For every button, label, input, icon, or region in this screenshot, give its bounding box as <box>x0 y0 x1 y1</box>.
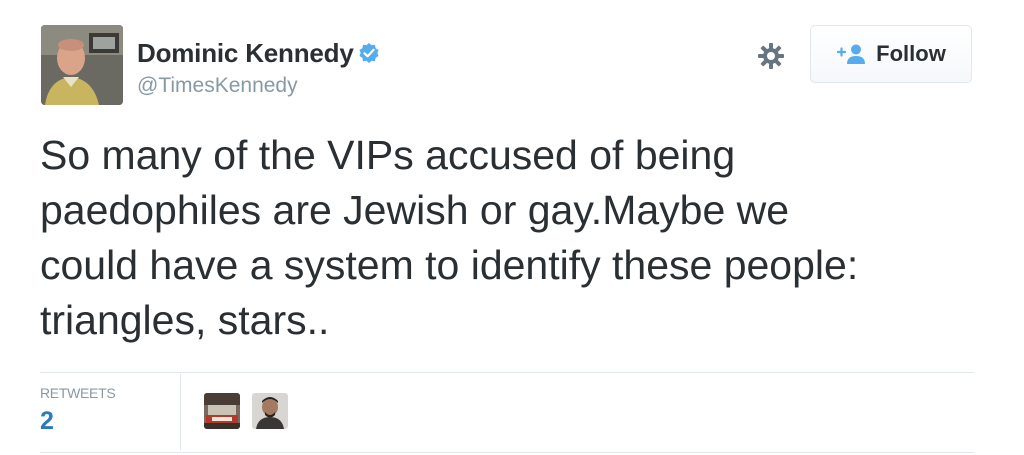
avatar-image <box>41 25 123 105</box>
author-block: Dominic Kennedy @TimesKennedy <box>137 36 380 98</box>
tweet-text: So many of the VIPs accused of being pae… <box>40 128 1000 348</box>
retweeter-avatar-image <box>252 393 288 429</box>
retweeter-avatar[interactable] <box>204 393 240 429</box>
stats-separator <box>180 374 181 450</box>
stats-divider-bottom <box>40 452 974 453</box>
retweeter-avatar[interactable] <box>252 393 288 429</box>
verified-badge-icon <box>358 42 380 64</box>
retweets-label: RETWEETS <box>40 385 116 401</box>
retweeter-avatar-image <box>204 393 240 429</box>
author-handle[interactable]: @TimesKennedy <box>137 74 380 98</box>
tweet-card: Dominic Kennedy @TimesKennedy Follow So … <box>0 0 1024 455</box>
retweets-count: 2 <box>40 407 54 435</box>
tweet-text-line: could have a system to identify these pe… <box>40 242 859 288</box>
retweets-stat[interactable]: RETWEETS 2 <box>40 385 180 436</box>
author-name-row: Dominic Kennedy <box>137 36 380 70</box>
tweet-text-line: triangles, stars.. <box>40 297 330 343</box>
stats-divider-top <box>40 372 974 373</box>
author-avatar[interactable] <box>41 25 123 105</box>
author-display-name[interactable]: Dominic Kennedy <box>137 38 354 69</box>
tweet-text-line: So many of the VIPs accused of being <box>40 132 736 178</box>
follow-button[interactable]: Follow <box>810 25 972 83</box>
tweet-text-line: paedophiles are Jewish or gay.Maybe we <box>40 187 790 233</box>
follow-button-label: Follow <box>876 41 946 66</box>
gear-icon[interactable] <box>756 41 786 71</box>
follow-person-icon <box>836 43 868 65</box>
